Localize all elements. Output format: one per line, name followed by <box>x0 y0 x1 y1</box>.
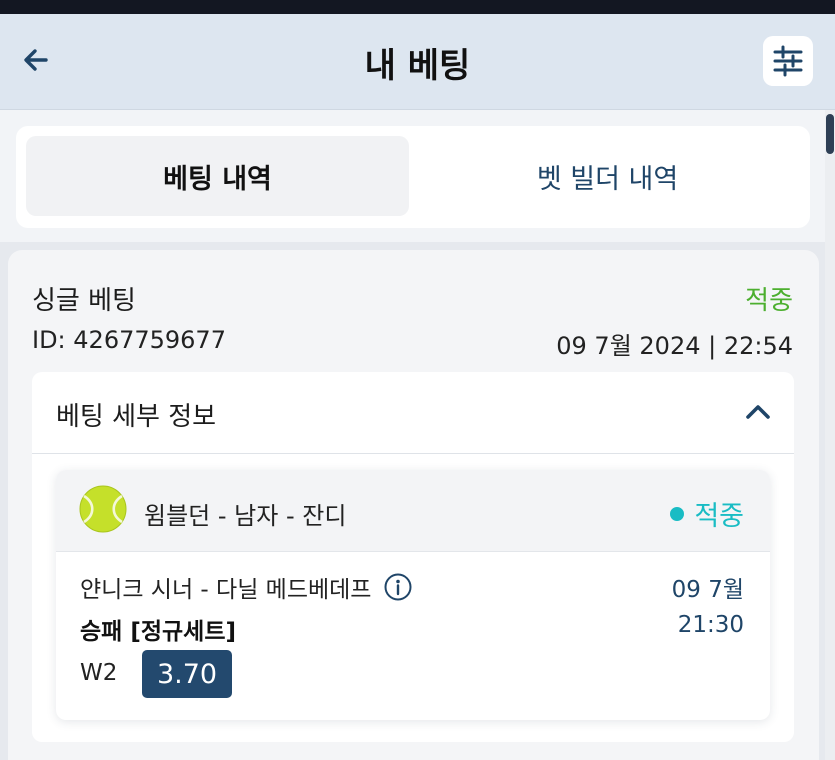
bet-details-title: 베팅 세부 정보 <box>56 402 217 432</box>
tab-bar: 베팅 내역 벳 빌더 내역 <box>16 126 810 228</box>
tournament-name: 윔블던 - 남자 - 잔디 <box>144 502 347 530</box>
info-icon[interactable] <box>383 572 413 602</box>
bet-id: ID: 4267759677 <box>32 326 226 354</box>
match-time: 21:30 <box>677 612 744 638</box>
filter-button[interactable] <box>763 36 813 86</box>
bet-details-header[interactable]: 베팅 세부 정보 <box>32 372 794 454</box>
match-row: 얀니크 시너 - 다닐 메드베데프 <box>80 570 413 604</box>
outcome-label: W2 <box>80 660 118 686</box>
event-status: 적중 <box>670 494 744 533</box>
bet-status-badge: 적중 <box>745 286 793 316</box>
event-card: 윔블던 - 남자 - 잔디 적중 얀니크 시너 - 다닐 메드베데프 09 7월 <box>56 470 770 720</box>
bet-card: 싱글 베팅 적중 ID: 4267759677 09 7월 2024 | 22:… <box>8 250 819 760</box>
collapse-button[interactable] <box>740 394 776 430</box>
odds-badge: 3.70 <box>142 650 232 698</box>
scrollbar-thumb[interactable] <box>826 114 834 154</box>
event-status-label: 적중 <box>694 501 744 532</box>
status-bar <box>0 0 835 14</box>
match-date: 09 7월 <box>671 577 744 603</box>
event-header: 윔블던 - 남자 - 잔디 적중 <box>56 470 770 552</box>
match-name: 얀니크 시너 - 다닐 메드베데프 <box>80 577 372 603</box>
status-dot-icon <box>670 506 685 521</box>
tab-bar-container: 베팅 내역 벳 빌더 내역 <box>0 110 825 242</box>
sliders-icon <box>773 45 803 77</box>
bet-details-panel: 베팅 세부 정보 윔블던 - 남자 - 잔디 적중 얀니크 시너 - 다닐 메드… <box>32 372 794 742</box>
tennis-ball-icon <box>79 485 127 533</box>
scrollbar[interactable] <box>825 110 835 760</box>
chevron-up-icon <box>746 405 770 419</box>
app-header: 내 베팅 <box>0 14 835 110</box>
arrow-left-icon <box>24 49 48 71</box>
tab-bet-history[interactable]: 베팅 내역 <box>26 136 409 216</box>
bet-placed-datetime: 09 7월 2024 | 22:54 <box>556 332 793 360</box>
page-title: 내 베팅 <box>364 45 471 86</box>
market-name: 승패 [정규세트] <box>80 619 236 645</box>
tab-bet-builder-history[interactable]: 벳 빌더 내역 <box>416 136 799 216</box>
bet-type-label: 싱글 베팅 <box>32 286 136 316</box>
back-button[interactable] <box>16 40 56 80</box>
